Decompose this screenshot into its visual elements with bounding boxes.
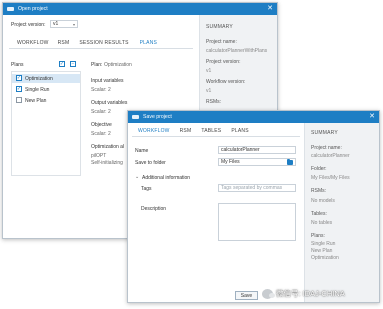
summary-plans-label: Plans: bbox=[311, 233, 325, 239]
chevron-down-icon[interactable]: ⌄ bbox=[135, 174, 139, 180]
name-value: calculatorPlanner bbox=[221, 147, 260, 153]
summary-plan-item: Single Run bbox=[311, 241, 336, 247]
tags-label: Tags bbox=[141, 186, 152, 192]
tab-divider bbox=[132, 136, 300, 137]
summary-header: SUMMARY bbox=[311, 130, 338, 136]
summary-project-version-label: Project version: bbox=[206, 59, 241, 65]
tags-input[interactable]: Tags separated by commas bbox=[218, 184, 296, 192]
output-variables-value: Scalar: 2 bbox=[91, 109, 111, 115]
project-version-value: v1 bbox=[53, 21, 59, 27]
summary-project-name-label: Project name: bbox=[311, 145, 342, 151]
summary-workflow-version-label: Workflow version: bbox=[206, 79, 246, 85]
deselect-all-icon[interactable]: − bbox=[70, 61, 76, 67]
objective-value: Scalar: 2 bbox=[91, 131, 111, 137]
app-icon bbox=[7, 7, 14, 11]
close-icon[interactable]: ✕ bbox=[369, 113, 375, 121]
wechat-icon bbox=[262, 288, 275, 299]
optimization-algorithm-label: Optimization al bbox=[91, 144, 125, 150]
optimization-algorithm-value: pilOPT bbox=[91, 153, 107, 159]
save-project-titlebar[interactable]: Save project ✕ bbox=[128, 111, 379, 123]
list-item[interactable]: New Plan bbox=[12, 96, 80, 105]
open-project-titlebar[interactable]: Open project ✕ bbox=[3, 3, 277, 15]
plans-header: Plans bbox=[11, 62, 24, 68]
summary-plan-item: Optimization bbox=[311, 255, 339, 261]
watermark-text: 微信号: IDAJ-CHINA bbox=[276, 289, 345, 298]
name-input[interactable]: calculatorPlanner bbox=[218, 146, 296, 154]
summary-tables-value: No tables bbox=[311, 220, 333, 226]
plan-label: Single Run bbox=[25, 87, 50, 93]
name-label: Name bbox=[135, 148, 149, 154]
watermark: 微信号: IDAJ-CHINA bbox=[262, 288, 345, 299]
summary-rsms-label: RSMs: bbox=[311, 188, 326, 194]
save-folder-value: My Files bbox=[221, 159, 240, 165]
plan-checkbox[interactable]: ✓ bbox=[16, 86, 22, 92]
save-project-summary: SUMMARY Project name: calculatorPlanner … bbox=[304, 123, 379, 302]
summary-folder-label: Folder: bbox=[311, 166, 327, 172]
summary-plan-item: New Plan bbox=[311, 248, 333, 254]
plan-checkbox[interactable] bbox=[16, 97, 22, 103]
summary-workflow-version-value: v1 bbox=[206, 88, 212, 94]
summary-tables-label: Tables: bbox=[311, 211, 327, 217]
app-icon bbox=[132, 115, 139, 119]
select-all-icon[interactable]: ✓ bbox=[59, 61, 65, 67]
input-variables-label: Input variables bbox=[91, 78, 124, 84]
plan-label: New Plan bbox=[25, 98, 47, 104]
project-version-select[interactable]: v1 ▾ bbox=[50, 20, 78, 28]
plan-detail-label: Plan: bbox=[91, 62, 103, 68]
save-folder-label: Save to folder bbox=[135, 160, 166, 166]
summary-project-name-label: Project name: bbox=[206, 39, 237, 45]
summary-project-name-value: calculatorPlannerWithPlans bbox=[206, 48, 268, 54]
summary-project-name-value: calculatorPlanner bbox=[311, 153, 350, 159]
input-variables-value: Scalar: 2 bbox=[91, 87, 111, 93]
output-variables-label: Output variables bbox=[91, 100, 128, 106]
additional-info-toggle[interactable]: Additional information bbox=[142, 175, 190, 181]
objective-label: Objective bbox=[91, 122, 112, 128]
save-project-dialog: Save project ✕ WORKFLOW RSM TABLES PLANS… bbox=[127, 110, 380, 303]
description-label: Description bbox=[141, 206, 167, 212]
summary-project-version-value: v1 bbox=[206, 68, 212, 74]
tags-placeholder: Tags separated by commas bbox=[221, 185, 283, 191]
plan-checkbox[interactable]: ✓ bbox=[16, 75, 22, 81]
chevron-down-icon: ▾ bbox=[72, 21, 75, 27]
plans-list: ✓ Optimization ✓ Single Run New Plan bbox=[11, 71, 81, 176]
summary-header: SUMMARY bbox=[206, 24, 233, 30]
save-button[interactable]: Save bbox=[235, 291, 258, 300]
optimization-algorithm-desc: Self-initializing bbox=[91, 160, 123, 166]
summary-rsms-label: RSMs: bbox=[206, 99, 221, 105]
description-textarea[interactable] bbox=[218, 203, 296, 241]
save-project-title: Save project bbox=[143, 114, 172, 120]
save-folder-input[interactable]: My Files bbox=[218, 158, 296, 166]
close-icon[interactable]: ✕ bbox=[267, 5, 273, 13]
summary-rsms-value: No models bbox=[311, 198, 335, 204]
tab-divider bbox=[9, 48, 193, 49]
project-version-label: Project version: bbox=[11, 22, 46, 28]
summary-folder-value: My Files/My Files bbox=[311, 175, 350, 181]
plan-label: Optimization bbox=[25, 76, 53, 82]
open-project-title: Open project bbox=[18, 6, 48, 12]
folder-icon[interactable] bbox=[287, 159, 293, 165]
plan-detail-value: Optimization bbox=[104, 62, 132, 68]
list-item[interactable]: ✓ Single Run bbox=[12, 85, 80, 94]
list-item[interactable]: ✓ Optimization bbox=[12, 74, 80, 83]
